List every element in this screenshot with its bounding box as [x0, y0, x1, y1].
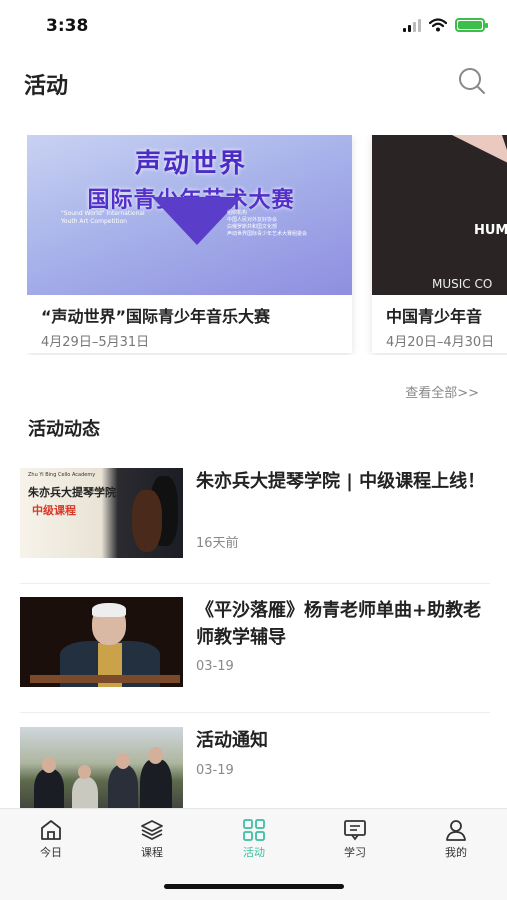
- poster-text: MUSIC CO: [432, 277, 493, 291]
- study-icon: [344, 820, 366, 841]
- signal-icon: [403, 18, 421, 32]
- status-icons: [403, 18, 488, 32]
- user-icon: [446, 820, 466, 841]
- tab-label: 我的: [445, 846, 467, 859]
- layers-icon: [141, 820, 163, 841]
- home-icon: [41, 820, 61, 840]
- news-thumbnail: [20, 597, 183, 687]
- poster-english: "Sound World" International Youth Art Co…: [61, 210, 145, 225]
- person-head: [78, 765, 91, 779]
- grid-icon: [243, 819, 265, 841]
- news-date: 03-19: [196, 659, 234, 674]
- poster-decoration: [452, 135, 507, 163]
- tab-courses[interactable]: 课程: [117, 819, 187, 871]
- news-title: 朱亦兵大提琴学院 | 中级课程上线！: [196, 471, 486, 492]
- person-head: [42, 757, 56, 773]
- poster-org1: 中国人民对外友好协会: [227, 217, 278, 223]
- news-thumbnail: [20, 727, 183, 817]
- featured-poster: HUM CH MUSIC CO: [372, 135, 507, 295]
- thumb-course: 中级课程: [32, 504, 76, 517]
- list-item[interactable]: 《平沙落雁》杨青老师单曲+助教老师教学辅导 03-19: [20, 597, 490, 713]
- page-header: 活动: [0, 58, 507, 106]
- search-icon[interactable]: [457, 66, 487, 96]
- poster-organizers: 组织机构 中国人民对外友好协会 白俄罗斯共和国文化部 声动世界国际青少年艺术大赛…: [227, 210, 307, 238]
- performer-hair: [92, 603, 126, 617]
- featured-poster: 声动世界 国际青少年艺术大赛 "Sound World" Internation…: [27, 135, 352, 295]
- list-item[interactable]: Zhu Yi Bing Cello Academy 朱亦兵大提琴学院 中级课程 …: [20, 468, 490, 584]
- status-bar: 3:38: [0, 0, 507, 52]
- featured-card[interactable]: HUM CH MUSIC CO 中国青少年音 4月20日–4月30日: [372, 135, 507, 353]
- tab-label: 课程: [141, 846, 163, 859]
- poster-org3: 声动世界国际青少年艺术大赛组委会: [227, 231, 308, 237]
- status-time: 3:38: [46, 16, 89, 36]
- person-head: [148, 747, 163, 764]
- poster-line1: 声动世界: [134, 149, 247, 179]
- featured-card-date: 4月20日–4月30日: [386, 335, 495, 350]
- tab-study[interactable]: 学习: [320, 819, 390, 871]
- thumb-small-text: Zhu Yi Bing Cello Academy: [28, 472, 96, 478]
- page-title: 活动: [24, 74, 69, 99]
- tab-today[interactable]: 今日: [16, 819, 86, 871]
- battery-icon: [455, 18, 488, 32]
- tab-profile[interactable]: 我的: [421, 819, 491, 871]
- cello-shape: [132, 490, 162, 552]
- section-title: 活动动态: [28, 419, 100, 440]
- poster-org2: 白俄罗斯共和国文化部: [227, 224, 278, 230]
- tab-activities[interactable]: 活动: [219, 819, 289, 871]
- view-all-link[interactable]: 查看全部>>: [405, 382, 479, 401]
- news-date: 16天前: [196, 536, 239, 551]
- tab-label: 活动: [243, 846, 265, 859]
- news-date: 03-19: [196, 763, 234, 778]
- news-thumbnail: Zhu Yi Bing Cello Academy 朱亦兵大提琴学院 中级课程: [20, 468, 183, 558]
- news-title: 活动通知: [196, 730, 268, 751]
- featured-carousel[interactable]: 声动世界 国际青少年艺术大赛 "Sound World" Internation…: [27, 135, 507, 355]
- thumb-name: 朱亦兵大提琴学院: [28, 486, 116, 499]
- featured-card-title: “声动世界”国际青少年音乐大赛: [41, 307, 271, 326]
- featured-card[interactable]: 声动世界 国际青少年艺术大赛 "Sound World" Internation…: [27, 135, 352, 353]
- featured-card-title: 中国青少年音: [386, 307, 483, 326]
- tab-label: 今日: [40, 846, 62, 859]
- home-indicator[interactable]: [164, 884, 344, 889]
- person-head: [116, 753, 130, 769]
- wifi-icon: [429, 18, 447, 32]
- tab-label: 学习: [344, 846, 366, 859]
- featured-card-date: 4月29日–5月31日: [41, 335, 150, 350]
- poster-text: HUM: [474, 223, 507, 238]
- poster-org-label: 组织机构: [227, 210, 248, 216]
- news-title: 《平沙落雁》杨青老师单曲+助教老师教学辅导: [196, 600, 482, 648]
- instrument-shape: [30, 675, 180, 683]
